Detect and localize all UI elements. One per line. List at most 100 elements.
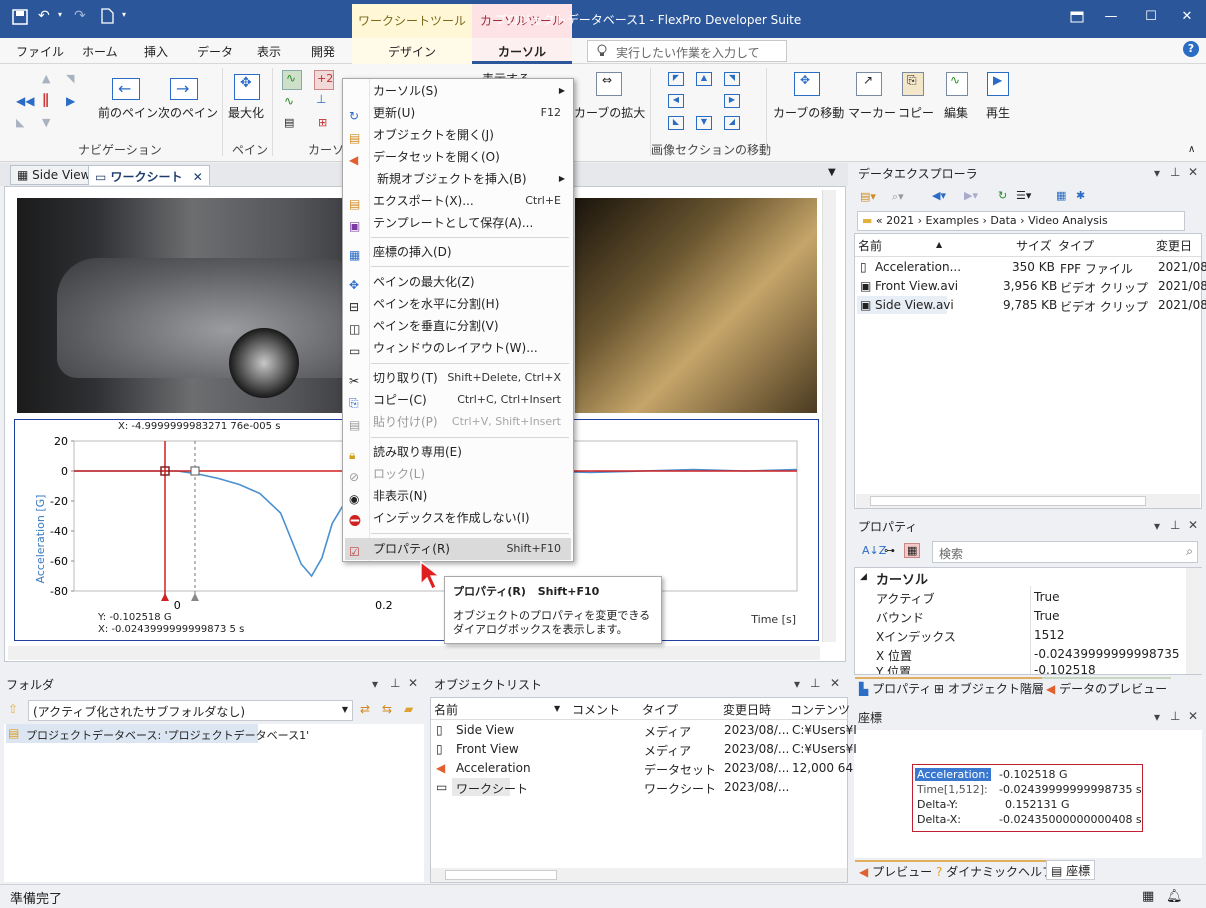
calculator-icon[interactable]: ▦	[1056, 189, 1066, 202]
col-obj-name[interactable]: 名前	[434, 701, 458, 718]
tab-file[interactable]: ファイル	[16, 43, 64, 60]
tab-view[interactable]: 表示	[257, 43, 281, 60]
menu-item-open-dataset[interactable]: ◀ データセットを開く(O)	[345, 146, 571, 168]
col-obj-date[interactable]: 変更日時	[723, 701, 771, 718]
add-cursor-icon[interactable]: +2	[314, 70, 334, 90]
database-icon[interactable]: ▤▾	[860, 190, 876, 203]
properties-search-input[interactable]: 検索 ⌕	[932, 541, 1198, 563]
marker-icon[interactable]: ↗	[856, 72, 882, 96]
filter-icon[interactable]: ▦	[904, 543, 921, 558]
pane-menu-icon[interactable]: ▾	[1154, 166, 1160, 180]
nav-upright-icon[interactable]: ◥	[66, 72, 74, 85]
tab-properties[interactable]: ▙ プロパティ	[855, 677, 936, 697]
menu-item-cut[interactable]: ✂ 切り取り(T) Shift+Delete, Ctrl+X	[345, 367, 571, 389]
curve-cursor2-icon[interactable]: ∿	[284, 94, 294, 108]
minimize-button[interactable]: —	[1094, 6, 1128, 28]
tab-worksheet[interactable]: ▭ ワークシート ✕	[88, 165, 210, 185]
front-view-video[interactable]	[575, 198, 817, 413]
move-left-icon[interactable]: ◀	[668, 94, 684, 108]
menu-item-read-only[interactable]: 🔒︎ 読み取り専用(E)	[345, 441, 571, 463]
tab-develop[interactable]: 開発	[311, 43, 335, 60]
maximize-pane-icon[interactable]: ✥	[234, 74, 260, 100]
tab-dynamic-help[interactable]: ? ダイナミックヘルプ	[932, 860, 1058, 880]
tab-coordinates[interactable]: ▤ 座標	[1046, 860, 1096, 880]
worksheet-hscroll[interactable]	[8, 646, 820, 660]
categorized-icon[interactable]: ⊶	[884, 544, 895, 557]
close-icon[interactable]: ✕	[1188, 709, 1198, 723]
close-icon[interactable]: ✕	[1188, 518, 1198, 532]
col-obj-comment[interactable]: コメント	[572, 701, 620, 718]
tab-preview[interactable]: ◀ プレビュー	[855, 860, 937, 880]
property-value[interactable]: True	[1034, 590, 1060, 604]
copy-button[interactable]: コピー	[898, 104, 934, 121]
menu-item-refresh[interactable]: ↻ 更新(U) F12	[345, 102, 571, 124]
menu-item-maximize-pane[interactable]: ✥ ペインの最大化(Z)	[345, 271, 571, 293]
sync-folder2-icon[interactable]: ⇆	[382, 702, 392, 716]
view-mode-icon[interactable]: ☰▾	[1016, 189, 1031, 202]
maximize-pane-button[interactable]: 最大化	[228, 104, 264, 121]
move-down-icon[interactable]: ▼	[696, 116, 712, 130]
nav-first-icon[interactable]: ◀◀	[16, 94, 34, 108]
crumb-video-analysis[interactable]: Video Analysis	[1028, 214, 1108, 227]
pause-icon[interactable]: ∥	[42, 92, 49, 108]
menu-item-open-object[interactable]: ▤ オブジェクトを開く(J)	[345, 124, 571, 146]
close-icon[interactable]: ✕	[1188, 165, 1198, 179]
col-size[interactable]: サイズ	[1016, 237, 1052, 254]
menu-item-lock[interactable]: ⊘ ロック(L)	[345, 463, 571, 485]
forward-icon[interactable]: ▶▾	[964, 189, 978, 202]
object-list-scroll-thumb[interactable]	[445, 870, 557, 880]
next-pane-button[interactable]: 次のペイン	[158, 104, 218, 121]
move-upleft-icon[interactable]: ◤	[668, 72, 684, 86]
open-folder-icon[interactable]: ▰	[404, 702, 413, 716]
col-type[interactable]: タイプ	[1058, 237, 1094, 254]
collapse-section-icon[interactable]: ◢	[860, 572, 867, 582]
property-value[interactable]: -0.02439999999998735	[1034, 647, 1180, 661]
col-name[interactable]: 名前	[858, 237, 882, 254]
subfolder-dropdown[interactable]: (アクティブ化されたサブフォルダなし) ▼	[28, 700, 353, 721]
status-layout-icon[interactable]: ▦	[1142, 889, 1154, 904]
tab-design[interactable]: デザイン	[352, 38, 472, 64]
property-row[interactable]: Y 位置 -0.102518	[855, 663, 1185, 674]
curve-zoom-icon[interactable]: ⇔	[596, 72, 622, 96]
path-breadcrumb[interactable]: ▬ « 2021 › Examples › Data › Video Analy…	[857, 211, 1185, 231]
menu-item-copy[interactable]: ⎘ コピー(C) Ctrl+C, Ctrl+Insert	[345, 389, 571, 411]
move-upright-icon[interactable]: ◥	[724, 72, 740, 86]
cursor-grid-icon[interactable]: ⊞	[318, 116, 327, 129]
menu-item-save-template[interactable]: ▣ テンプレートとして保存(A)...	[345, 212, 571, 234]
pane-menu-icon[interactable]: ▾	[1154, 710, 1160, 724]
col-filter-icon[interactable]: ▼	[554, 704, 560, 713]
move-downright-icon[interactable]: ◢	[724, 116, 740, 130]
cursor-split-icon[interactable]: ⊥	[316, 92, 326, 106]
reference-cursor-handle[interactable]	[190, 466, 200, 476]
tab-home[interactable]: ホーム	[82, 43, 118, 60]
tab-list-icon[interactable]: ▼	[828, 167, 836, 178]
curve-zoom-button[interactable]: カーブの拡大	[574, 104, 645, 121]
crumb-examples[interactable]: Examples	[926, 214, 979, 227]
marker-button[interactable]: マーカー	[848, 104, 896, 121]
move-right-icon[interactable]: ▶	[724, 94, 740, 108]
close-icon[interactable]: ✕	[830, 676, 840, 690]
pin-icon[interactable]: ⊥	[1170, 709, 1180, 723]
explorer-scroll-thumb[interactable]	[870, 496, 1146, 506]
play-button[interactable]: 再生	[986, 104, 1010, 121]
move-up-icon[interactable]: ▲	[696, 72, 712, 86]
next-pane-icon[interactable]: →	[170, 78, 198, 100]
menu-item-insert-new-object[interactable]: 新規オブジェクトを挿入(B) ▶	[345, 168, 571, 190]
menu-item-properties[interactable]: ☑ プロパティ(R) Shift+F10	[345, 538, 571, 560]
collapse-ribbon-icon[interactable]: ∧	[1188, 144, 1195, 155]
pane-menu-icon[interactable]: ▾	[794, 677, 800, 691]
worksheet-vscroll[interactable]	[822, 190, 836, 642]
copy-icon[interactable]: ⎘	[902, 72, 924, 96]
menu-item-insert-coordinates[interactable]: ▦ 座標の挿入(D)	[345, 241, 571, 263]
close-icon[interactable]: ✕	[408, 676, 418, 690]
crumb-2021[interactable]: 2021	[886, 214, 914, 227]
tell-me-search[interactable]: 実行したい作業を入力してく...	[587, 40, 787, 77]
ribbon-display-icon[interactable]	[1060, 6, 1094, 28]
refresh-icon[interactable]: ↻	[998, 189, 1007, 202]
cursor-table-icon[interactable]: ▤	[284, 116, 294, 129]
col-date[interactable]: 変更日	[1156, 237, 1192, 254]
edit-icon[interactable]: ∿	[946, 72, 968, 96]
menu-item-split-vertical[interactable]: ◫ ペインを垂直に分割(V)	[345, 315, 571, 337]
tab-cursor[interactable]: カーソル	[472, 38, 572, 64]
tree-root-label[interactable]: プロジェクトデータベース: 'プロジェクトデータベース1'	[26, 727, 309, 743]
